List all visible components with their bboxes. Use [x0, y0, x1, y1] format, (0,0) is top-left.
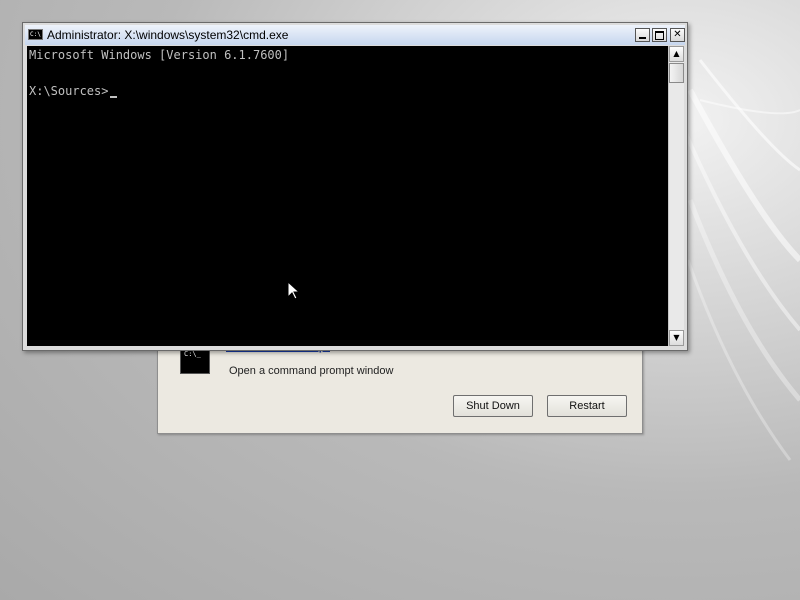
scroll-up-button[interactable]: ▲ — [669, 46, 684, 62]
console-line-version: Microsoft Windows [Version 6.1.7600] — [29, 48, 290, 62]
scroll-thumb[interactable] — [669, 63, 684, 83]
scroll-down-button[interactable]: ▼ — [669, 330, 684, 346]
close-icon: ✕ — [673, 29, 682, 40]
system-recovery-dialog: C:\_ Command Prompt Open a command promp… — [157, 340, 643, 434]
shut-down-button[interactable]: Shut Down — [453, 395, 533, 417]
command-prompt-description: Open a command prompt window — [229, 365, 394, 377]
console-prompt-line[interactable]: X:\Sources> — [29, 82, 668, 100]
maximize-icon — [655, 31, 664, 40]
console-prompt: X:\Sources> — [29, 84, 109, 98]
title-bar[interactable]: C:\ Administrator: X:\windows\system32\c… — [25, 25, 685, 45]
restart-button[interactable]: Restart — [547, 395, 627, 417]
minimize-icon — [639, 37, 646, 39]
arrow-cursor-icon — [287, 281, 301, 300]
maximize-button[interactable] — [652, 28, 667, 42]
window-title: Administrator: X:\windows\system32\cmd.e… — [47, 28, 289, 42]
console-output[interactable]: Microsoft Windows [Version 6.1.7600] X:\… — [27, 46, 668, 346]
close-button[interactable]: ✕ — [670, 28, 685, 42]
minimize-button[interactable] — [635, 28, 650, 42]
vertical-scrollbar[interactable]: ▲ ▼ — [668, 46, 684, 346]
text-cursor — [110, 96, 118, 98]
terminal-icon[interactable]: C:\ — [28, 29, 43, 40]
cmd-window[interactable]: C:\ Administrator: X:\windows\system32\c… — [22, 22, 688, 351]
command-prompt-icon: C:\_ — [180, 348, 210, 374]
